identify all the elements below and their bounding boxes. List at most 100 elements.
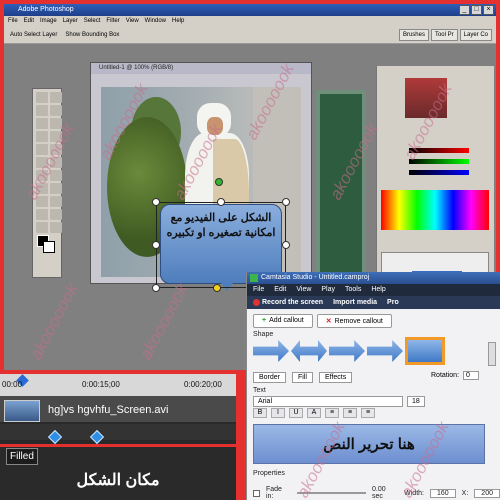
italic-icon[interactable]: I [271, 408, 285, 418]
remove-callout-button[interactable]: ✕ Remove callout [316, 314, 392, 328]
arrow-right-shape[interactable] [367, 340, 403, 362]
plus-icon: + [262, 317, 267, 324]
rotation-control: Rotation: 0 [431, 371, 479, 380]
timeline-ruler[interactable]: 00:00 0:00:15;00 0:00:20;00 [0, 374, 236, 396]
record-screen-button[interactable]: Record the screen [253, 296, 323, 309]
bold-icon[interactable]: B [253, 408, 267, 418]
tab-layer-comps[interactable]: Layer Co [459, 29, 492, 41]
resize-handle-right[interactable] [282, 241, 290, 249]
font-row: Arial 18 [253, 396, 425, 407]
auto-select-layer-checkbox[interactable]: Auto Select Layer [10, 26, 57, 43]
align-center-icon[interactable]: ≡ [343, 408, 357, 418]
text-section-label: Text [253, 387, 266, 394]
shape-location-caption: مكان الشكل [76, 472, 160, 489]
effects-dropdown[interactable]: Effects [318, 372, 353, 383]
photoshop-titlebar: Adobe Photoshop _ □ × [4, 4, 496, 16]
menu-select[interactable]: Select [84, 16, 101, 26]
maximize-icon[interactable]: □ [471, 5, 482, 15]
fade-in-checkbox[interactable] [253, 489, 260, 497]
menu-play[interactable]: Play [321, 284, 335, 296]
swatches-palette[interactable] [381, 190, 489, 230]
menu-image[interactable]: Image [40, 16, 57, 26]
menu-edit[interactable]: Edit [24, 16, 34, 26]
camtasia-window: Camtasia Studio - Untitled.camproj File … [246, 272, 500, 500]
menu-file[interactable]: File [8, 16, 18, 26]
font-size-select[interactable]: 18 [407, 396, 425, 407]
fill-dropdown[interactable]: Fill [292, 372, 313, 383]
rounded-rectangle-shape-selected[interactable] [405, 337, 445, 365]
clip-thumbnail[interactable] [4, 400, 40, 422]
menu-file[interactable]: File [253, 284, 264, 296]
tab-brushes[interactable]: Brushes [398, 29, 429, 41]
border-dropdown[interactable]: Border [253, 372, 287, 383]
menu-view[interactable]: View [126, 16, 139, 26]
magic-wand-icon[interactable] [50, 105, 62, 116]
menu-layer[interactable]: Layer [63, 16, 78, 26]
window-controls: _ □ × [459, 5, 494, 15]
x-input[interactable]: 200 [474, 488, 500, 498]
resize-handle-top-right[interactable] [282, 198, 290, 206]
arrow-right-shape[interactable] [329, 340, 365, 362]
callout-track[interactable] [0, 424, 236, 440]
timeline-panel: 00:00 0:00:15;00 0:00:20;00 hg]vs hgvhfu… [0, 374, 236, 500]
resize-handle-left[interactable] [152, 241, 160, 249]
shape-gallery-scrollbar[interactable] [488, 342, 496, 366]
menu-filter[interactable]: Filter [106, 16, 119, 26]
rotate-handle[interactable] [215, 178, 223, 186]
tab-tool-presets[interactable]: Tool Pr [430, 29, 458, 41]
menu-window[interactable]: Window [145, 16, 166, 26]
fade-in-label: Fade in: [265, 486, 282, 500]
menu-help[interactable]: Help [172, 16, 184, 26]
width-input[interactable]: 160 [429, 488, 456, 498]
menu-edit[interactable]: Edit [274, 284, 286, 296]
eyedropper-icon[interactable] [50, 209, 62, 220]
import-media-button[interactable]: Import media [333, 296, 377, 309]
photoshop-title: Adobe Photoshop [18, 6, 74, 13]
rotation-input[interactable]: 0 [462, 371, 479, 380]
text-color-icon[interactable]: A [307, 408, 321, 418]
camtasia-logo-icon [250, 274, 258, 282]
type-tool-icon[interactable] [50, 183, 62, 194]
minimize-icon[interactable]: _ [459, 5, 470, 15]
add-callout-button[interactable]: + Add callout [253, 314, 313, 328]
tail-handle[interactable] [213, 284, 221, 292]
underline-icon[interactable]: U [289, 408, 303, 418]
properties-row: Fade in: 0.00 sec Width: 160 X: 200 [253, 486, 500, 500]
double-arrow-shape[interactable] [291, 340, 327, 362]
arrow-right-shape[interactable] [253, 340, 289, 362]
align-right-icon[interactable]: ≡ [361, 408, 375, 418]
shape-tool-icon[interactable] [50, 196, 62, 207]
crop-tool-icon[interactable] [36, 118, 48, 129]
menu-help[interactable]: Help [371, 284, 385, 296]
move-tool-icon[interactable] [36, 92, 48, 103]
callout-span[interactable] [0, 444, 236, 447]
zoom-tool-icon[interactable] [50, 222, 62, 233]
resize-handle-top-left[interactable] [152, 198, 160, 206]
produce-button[interactable]: Pro [387, 296, 399, 309]
healing-brush-icon[interactable] [36, 131, 48, 142]
shape-format-row: Border Fill Effects [253, 372, 353, 383]
lasso-tool-icon[interactable] [36, 105, 48, 116]
notes-tool-icon[interactable] [36, 209, 48, 220]
resize-handle-bottom-left[interactable] [152, 284, 160, 292]
close-icon[interactable]: × [483, 5, 494, 15]
options-bar: Auto Select Layer Show Bounding Box Brus… [4, 26, 496, 44]
properties-section-label: Properties [253, 470, 285, 477]
menu-view[interactable]: View [296, 284, 311, 296]
background-color-swatch[interactable] [43, 241, 55, 253]
remove-icon: ✕ [325, 318, 332, 325]
clip-name: hg]vs hgvhfu_Screen.avi [48, 404, 169, 416]
marquee-tool-icon[interactable] [50, 92, 62, 103]
font-select[interactable]: Arial [253, 396, 403, 407]
camtasia-title: Camtasia Studio - Untitled.camproj [261, 274, 370, 281]
hand-tool-icon[interactable] [36, 222, 48, 233]
resize-handle-top[interactable] [217, 198, 225, 206]
editor-text: هنا تحرير النص [323, 436, 415, 453]
screenshot-canvas: Adobe Photoshop _ □ × File Edit Image La… [0, 0, 500, 500]
camtasia-titlebar: Camtasia Studio - Untitled.camproj [247, 272, 500, 284]
show-bounding-box-checkbox[interactable]: Show Bounding Box [65, 26, 119, 43]
menu-tools[interactable]: Tools [345, 284, 361, 296]
rotation-label: Rotation: [431, 372, 460, 379]
x-label: X: [461, 489, 469, 497]
align-left-icon[interactable]: ≡ [325, 408, 339, 418]
